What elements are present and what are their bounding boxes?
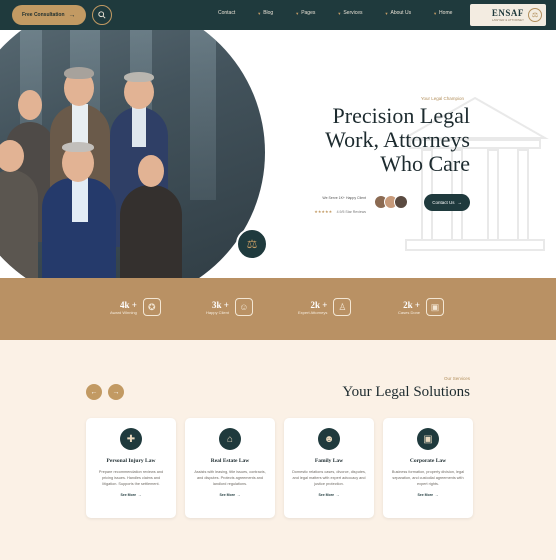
menu-label: Services <box>343 10 363 16</box>
stats-band: 4k + Award Winning ✪ 3k + Happy Client ☺ 2… <box>0 278 556 340</box>
menu-item-about[interactable]: ▼ About Us <box>385 10 412 16</box>
arrow-right-icon: → <box>112 388 120 396</box>
service-card-corporate[interactable]: ▣ Corporate Law Business formation, prop… <box>383 418 473 518</box>
arrow-right-icon: → <box>457 200 463 205</box>
card-title: Family Law <box>314 458 344 464</box>
see-more-link[interactable]: See More → <box>417 493 438 497</box>
menu-item-blog[interactable]: ▼ Blog <box>257 10 273 16</box>
stat-number: 2k + <box>403 299 421 310</box>
see-more-label: See More <box>417 493 434 497</box>
service-card-personal-injury[interactable]: ✚ Personal Injury Law Prepare recommenda… <box>86 418 176 518</box>
free-consultation-button[interactable]: Free Consultation → <box>12 5 86 25</box>
see-more-link[interactable]: See More → <box>219 493 240 497</box>
award-icon: ✪ <box>142 298 161 316</box>
menu-item-pages[interactable]: ▼ Pages <box>295 10 315 16</box>
consultation-label: Free Consultation <box>22 12 65 18</box>
search-button[interactable] <box>91 5 112 25</box>
site-logo[interactable]: ENSAF LAWYER & ATTORNEY ⚖ <box>470 4 546 26</box>
card-title: Corporate Law <box>409 458 447 464</box>
stat-label: Expert Attorneys <box>298 309 328 315</box>
card-description: Assists with leasing, title issues, cont… <box>194 470 266 486</box>
carousel-next-button[interactable]: → <box>108 384 124 400</box>
nav-actions: Free Consultation → <box>12 5 112 25</box>
card-title: Personal Injury Law <box>106 458 156 464</box>
hero-title-line: Who Care <box>380 151 470 176</box>
see-more-label: See More <box>318 493 335 497</box>
services-section: Our Services Your Legal Solutions ← → ✚ … <box>0 340 556 560</box>
chevron-down-icon: ▼ <box>433 10 438 16</box>
see-more-label: See More <box>219 493 236 497</box>
avatar <box>394 195 408 209</box>
arrow-right-icon: → <box>68 11 76 19</box>
cta-label: Contact Us <box>432 200 455 205</box>
card-description: Domestic relations cases, divorce, dispu… <box>292 470 366 486</box>
stat-label: Cases Done <box>398 309 421 315</box>
arrow-right-icon: → <box>237 493 241 497</box>
main-menu: Contact ▼ Blog ▼ Pages ▼ Services ▼ About Us… <box>218 10 452 16</box>
services-title: Your Legal Solutions <box>342 384 470 400</box>
menu-label: Contact <box>218 10 236 16</box>
stat-number: 3k + <box>212 299 229 310</box>
services-cards: ✚ Personal Injury Law Prepare recommenda… <box>86 418 473 518</box>
hero-section: ⚖ Your Legal Champion Precision Legal Wo… <box>0 30 556 278</box>
carousel-arrows: ← → <box>86 384 124 400</box>
card-description: Prepare recommendation reviews and prici… <box>98 470 164 486</box>
service-card-real-estate[interactable]: ⌂ Real Estate Law Assists with leasing, … <box>185 418 275 518</box>
chevron-down-icon: ▼ <box>337 10 342 16</box>
star-rating-icon: ★★★★★ <box>314 209 333 214</box>
card-description: Business formation, property division, l… <box>391 470 465 486</box>
client-rating: We Serve 1K+ Happy Client ★★★★★ 4.9/5 St… <box>314 196 366 218</box>
injury-icon: ✚ <box>120 428 142 450</box>
see-more-link[interactable]: See More → <box>318 493 339 497</box>
menu-label: About Us <box>390 10 412 16</box>
logo-subtitle: LAWYER & ATTORNEY <box>491 18 524 22</box>
stat-label: Award Winning <box>110 309 137 315</box>
hero-eyebrow: Your Legal Champion <box>420 96 464 101</box>
briefcase-icon: ▣ <box>417 428 439 450</box>
family-icon: ☻ <box>318 428 340 450</box>
chevron-down-icon: ▼ <box>295 10 300 16</box>
menu-item-contact[interactable]: Contact <box>218 10 235 16</box>
hero-title-line: Work, Attorneys <box>325 127 470 152</box>
carousel-prev-button[interactable]: ← <box>86 384 102 400</box>
scales-icon: ⚖ <box>528 8 542 22</box>
client-avatars <box>374 195 408 209</box>
hero-title: Precision Legal Work, Attorneys Who Care <box>270 104 470 176</box>
logo-title: ENSAF <box>491 8 524 18</box>
clients-icon: ☺ <box>234 298 253 316</box>
attorney-icon: ♙ <box>333 298 352 316</box>
chevron-down-icon: ▼ <box>384 10 389 16</box>
briefcase-icon: ▣ <box>426 298 445 316</box>
stat-label: Happy Client <box>206 309 229 315</box>
arrow-right-icon: → <box>336 493 340 497</box>
hero-title-line: Precision Legal <box>332 103 470 128</box>
menu-label: Home <box>439 10 453 16</box>
stat-number: 2k + <box>310 299 328 310</box>
search-icon <box>97 11 106 19</box>
services-eyebrow: Our Services <box>443 376 470 381</box>
rating-subtext: 4.9/5 Star Reviews <box>336 210 366 214</box>
arrow-right-icon: → <box>138 493 142 497</box>
menu-label: Pages <box>301 10 316 16</box>
menu-label: Blog <box>263 10 274 16</box>
arrow-left-icon: ← <box>90 388 98 396</box>
house-icon: ⌂ <box>219 428 241 450</box>
service-card-family[interactable]: ☻ Family Law Domestic relations cases, d… <box>284 418 374 518</box>
attorneys-team-photo <box>0 30 265 278</box>
stat-award: 4k + Award Winning ✪ <box>110 298 161 316</box>
arrow-right-icon: → <box>435 493 439 497</box>
contact-us-button[interactable]: Contact Us → <box>424 194 470 211</box>
stat-happy-client: 3k + Happy Client ☺ <box>206 298 253 316</box>
scales-badge-icon: ⚖ <box>236 228 268 260</box>
stat-cases-done: 2k + Cases Done ▣ <box>398 298 445 316</box>
top-navbar: Free Consultation → Contact ▼ Blog ▼ Pages… <box>0 0 556 30</box>
stat-number: 4k + <box>119 299 137 310</box>
chevron-down-icon: ▼ <box>257 10 262 16</box>
stat-expert-attorneys: 2k + Expert Attorneys ♙ <box>298 298 352 316</box>
see-more-label: See More <box>120 493 137 497</box>
card-title: Real Estate Law <box>210 458 250 464</box>
see-more-link[interactable]: See More → <box>120 493 141 497</box>
menu-item-home[interactable]: ▼ Home <box>433 10 452 16</box>
menu-item-services[interactable]: ▼ Services <box>337 10 362 16</box>
